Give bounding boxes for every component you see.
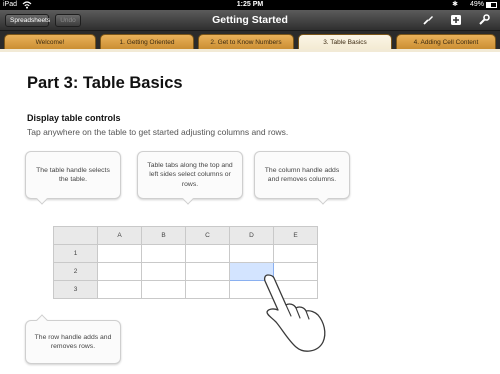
callout-table-handle: The table handle selects the table. [25,151,121,205]
pointing-hand-icon [262,272,328,361]
row-header[interactable]: 1 [53,244,98,263]
table-cell[interactable] [141,280,186,299]
table-cell[interactable] [185,262,230,281]
column-header[interactable]: B [141,226,186,245]
status-bar: iPad 1:25 PM ✱ 49% [0,0,500,10]
clock: 1:25 PM [236,1,264,8]
table-cell[interactable] [141,244,186,263]
callout-row-handle: The row handle adds and removes rows. [25,314,121,364]
tab-underline [0,49,500,52]
table-cell[interactable] [141,262,186,281]
row-header[interactable]: 2 [53,262,98,281]
table-cell[interactable] [97,262,142,281]
undo-button[interactable]: Undo [55,14,81,27]
spreadsheets-button[interactable]: Spreadsheets [5,14,50,27]
tab-welcome[interactable]: Welcome! [4,34,96,50]
table-cell[interactable] [229,244,274,263]
table-corner[interactable] [53,226,98,245]
tab-table-basics[interactable]: 3. Table Basics [298,34,392,50]
callout-text: The table handle selects the table. [36,166,110,183]
tab-get-to-know-numbers[interactable]: 2. Get to Know Numbers [198,34,294,50]
table-cell[interactable] [273,244,318,263]
callout-text: The row handle adds and removes rows. [34,333,112,350]
column-header[interactable]: A [97,226,142,245]
table-cell[interactable] [97,280,142,299]
tab-getting-oriented[interactable]: 1. Getting Oriented [100,34,194,50]
table-cell[interactable] [185,280,230,299]
page-title: Part 3: Table Basics [27,74,183,92]
callout-column-handle: The column handle adds and removes colum… [254,151,350,205]
table-cell[interactable] [97,244,142,263]
instruction-text: Tap anywhere on the table to get started… [27,127,289,137]
callout-table-tabs: Table tabs along the top and left sides … [137,151,243,205]
toolbar: Getting Started Spreadsheets Undo [0,10,500,31]
section-heading: Display table controls [27,113,121,123]
table-cell[interactable] [185,244,230,263]
callout-pointer [36,193,48,205]
column-header[interactable]: E [273,226,318,245]
callout-pointer [36,314,48,326]
bluetooth-icon: ✱ [452,1,458,8]
wrench-icon[interactable] [477,14,491,27]
column-header[interactable]: C [185,226,230,245]
brush-icon[interactable] [421,14,435,27]
sheet-tab-bar: Welcome! 1. Getting Oriented 2. Get to K… [0,31,500,50]
insert-icon[interactable] [449,14,463,27]
tab-adding-cell-content[interactable]: 4. Adding Cell Content [396,34,496,50]
callout-pointer [182,193,194,205]
callout-pointer [317,193,329,205]
callout-text: The column handle adds and removes colum… [264,166,340,183]
battery-icon [486,2,497,8]
callout-text: Table tabs along the top and left sides … [147,162,233,188]
battery-percent: 49% [469,1,484,8]
row-header[interactable]: 3 [53,280,98,299]
column-header[interactable]: D [229,226,274,245]
